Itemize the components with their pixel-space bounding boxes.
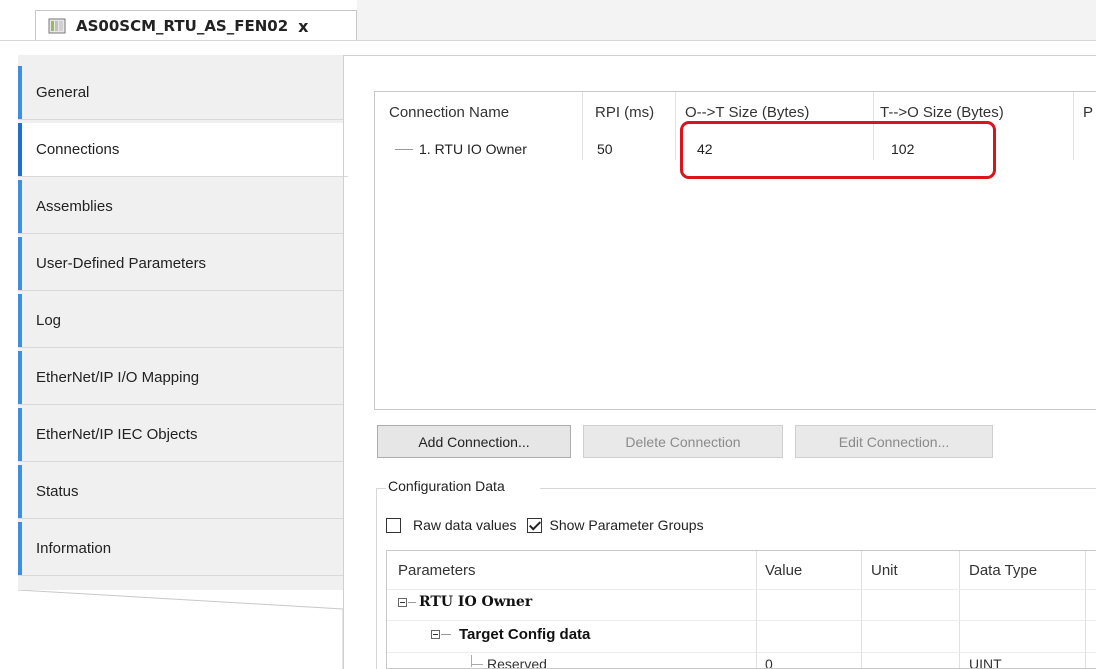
size-highlight-annotation [680,121,996,179]
collapse-icon[interactable] [398,598,407,607]
options-row: Raw data values Show Parameter Groups [386,514,704,536]
connection-name-text: 1. RTU IO Owner [419,141,527,157]
group-border [540,488,1096,489]
group-border [376,488,377,669]
raw-data-values-label[interactable]: Raw data values [413,517,517,533]
row-divider [387,589,1096,590]
param-group-rtu-io-owner[interactable]: RTU IO Owner [419,594,532,610]
delete-connection-button[interactable]: Delete Connection [583,425,783,458]
param-reserved-value[interactable]: 0 [765,656,773,668]
column-header-unit[interactable]: Unit [871,562,898,579]
tree-connector [395,148,413,150]
row-divider [387,620,1096,621]
nav-accent-bar [18,408,22,461]
nav-accent-bar [18,237,22,290]
collapse-icon[interactable] [431,630,440,639]
show-parameter-groups-label[interactable]: Show Parameter Groups [550,517,704,533]
tree-connector [471,664,483,665]
nav-accent-bar [18,66,22,119]
param-reserved-name[interactable]: Reserved [487,656,547,668]
nav-panel-edge [18,590,344,669]
column-header-value[interactable]: Value [765,562,802,579]
nav-accent-bar [18,522,22,575]
nav-accent-bar [18,465,22,518]
configuration-data-title: Configuration Data [386,478,507,494]
tab-strip-background [357,0,1096,40]
nav-accent-bar [18,180,22,233]
nav-item-label: Status [36,483,79,500]
param-reserved-type: UINT [969,656,1002,669]
tree-connector [471,655,472,667]
nav-item-information[interactable]: Information [18,522,343,576]
column-header-parameters[interactable]: Parameters [398,562,476,579]
row-divider [387,652,1096,653]
param-group-target-config-data[interactable]: Target Config data [459,626,590,643]
device-icon [48,18,66,34]
column-header-data-type[interactable]: Data Type [969,562,1037,579]
raw-data-values-checkbox[interactable] [386,517,401,533]
column-header-connection-name[interactable]: Connection Name [389,92,509,132]
nav-item-label: Assemblies [36,198,113,215]
document-tab[interactable]: AS00SCM_RTU_AS_FEN02 x [35,10,357,41]
content-divider [343,55,344,669]
nav-item-ethernet-ip-iec-objects[interactable]: EtherNet/IP IEC Objects [18,408,343,462]
edit-connection-button[interactable]: Edit Connection... [795,425,993,458]
nav-item-connections[interactable]: Connections [18,123,348,177]
nav-item-log[interactable]: Log [18,294,343,348]
group-border [376,488,386,489]
nav-item-ethernet-ip-io-mapping[interactable]: EtherNet/IP I/O Mapping [18,351,343,405]
nav-item-label: EtherNet/IP I/O Mapping [36,369,200,386]
column-header-p[interactable]: P [1083,92,1093,132]
nav-accent-bar [18,294,22,347]
nav-item-label: General [36,84,90,101]
nav-item-label: Information [36,540,112,557]
nav-item-general[interactable]: General [18,66,343,120]
column-separator [675,92,676,160]
nav-item-label: EtherNet/IP IEC Objects [36,426,198,443]
nav-item-status[interactable]: Status [18,465,343,519]
nav-item-assemblies[interactable]: Assemblies [18,180,343,234]
nav-item-label: User-Defined Parameters [36,255,207,272]
close-icon[interactable]: x [298,17,308,36]
nav-item-user-defined-parameters[interactable]: User-Defined Parameters [18,237,343,291]
column-separator [1073,92,1074,160]
document-tab-title: AS00SCM_RTU_AS_FEN02 [76,17,289,35]
nav-item-label: Connections [36,141,120,158]
show-parameter-groups-checkbox[interactable] [526,517,542,533]
tree-connector [441,634,451,635]
nav-accent-bar [18,123,22,176]
tree-connector [408,602,416,603]
nav-item-label: Log [36,312,62,329]
column-separator [582,92,583,160]
tab-strip-divider [0,40,1096,41]
nav-accent-bar [18,351,22,404]
column-header-rpi[interactable]: RPI (ms) [595,92,654,132]
connection-rpi: 50 [597,141,613,157]
content-top-border [343,55,1096,68]
parameters-table[interactable]: Parameters Value Unit Data Type RTU IO O… [386,550,1096,669]
connection-row-name[interactable]: 1. RTU IO Owner [395,136,527,162]
add-connection-button[interactable]: Add Connection... [377,425,571,458]
